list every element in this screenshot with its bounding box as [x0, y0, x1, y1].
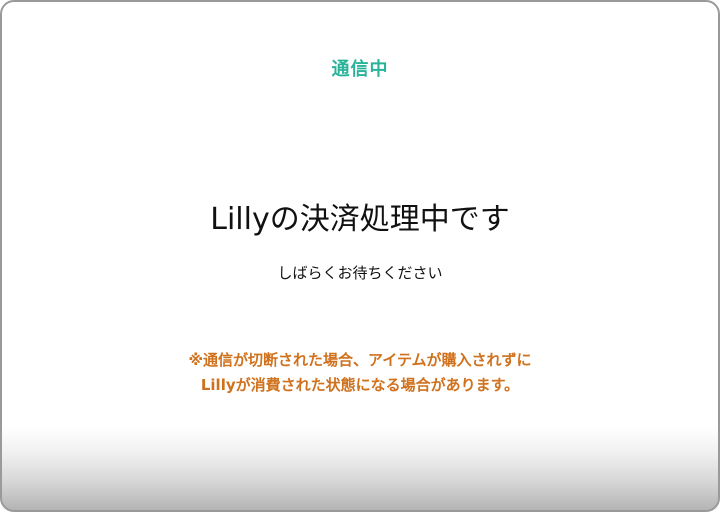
please-wait-message: しばらくお待ちください [277, 264, 443, 282]
processing-dialog: 通信中 Lillyの決済処理中です しばらくお待ちください ※通信が切断された場… [0, 0, 720, 512]
connection-status-label: 通信中 [331, 59, 389, 80]
disconnect-warning: ※通信が切断された場合、アイテムが購入されずに Lillyが消費された状態になる… [2, 348, 718, 398]
dialog-title: Lillyの決済処理中です [210, 202, 510, 237]
warning-line-1: ※通信が切断された場合、アイテムが購入されずに [188, 351, 532, 369]
warning-line-2: Lillyが消費された状態になる場合があります。 [200, 376, 520, 394]
